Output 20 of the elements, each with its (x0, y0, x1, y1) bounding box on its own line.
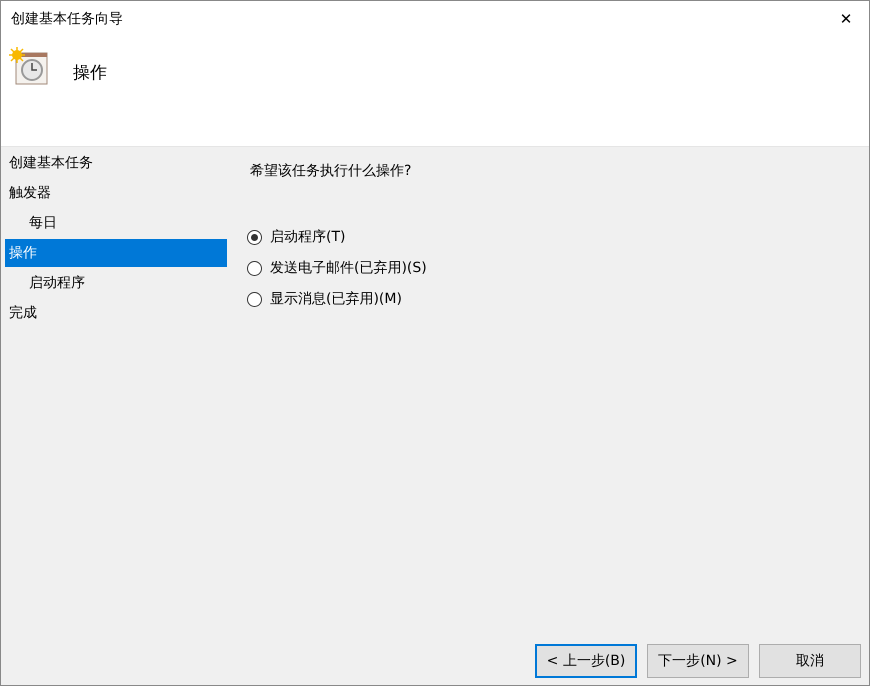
close-button[interactable]: ✕ (823, 1, 869, 37)
radio-button[interactable] (247, 230, 262, 245)
page-heading: 操作 (73, 62, 107, 85)
sidebar-item[interactable]: 创建基本任务 (5, 149, 227, 177)
radio-label[interactable]: 发送电子邮件(已弃用)(S) (270, 258, 427, 279)
wizard-button[interactable]: 下一步(N) > (647, 644, 749, 678)
sidebar-item[interactable]: 操作 (5, 239, 227, 267)
sidebar-item[interactable]: 每日 (5, 209, 227, 237)
radio-button[interactable] (247, 292, 262, 307)
wizard-button[interactable]: < 上一步(B) (535, 644, 637, 678)
window-title: 创建基本任务向导 (11, 10, 123, 28)
wizard-button[interactable]: 取消 (759, 644, 861, 678)
radio-label[interactable]: 启动程序(T) (270, 227, 346, 248)
question-text: 希望该任务执行什么操作? (250, 162, 412, 181)
radio-button[interactable] (247, 261, 262, 276)
sidebar-item[interactable]: 完成 (5, 299, 227, 327)
radio-label[interactable]: 显示消息(已弃用)(M) (270, 289, 402, 310)
calendar-clock-icon (9, 47, 49, 87)
sidebar-item[interactable]: 触发器 (5, 179, 227, 207)
sidebar-item[interactable]: 启动程序 (5, 269, 227, 297)
